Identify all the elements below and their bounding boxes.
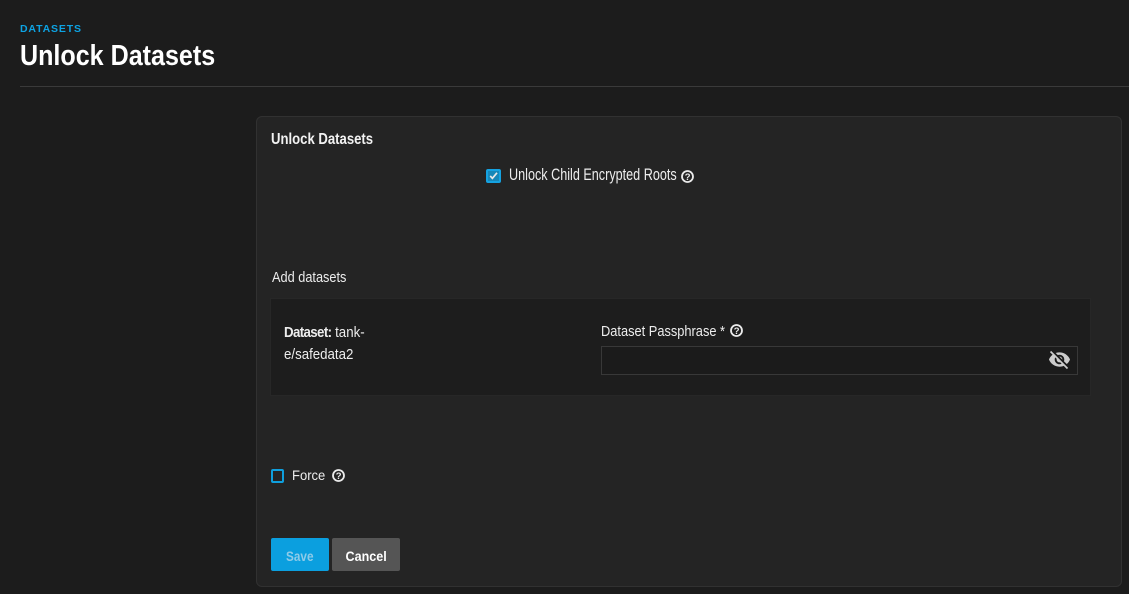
svg-text:?: ? (336, 471, 342, 482)
svg-text:?: ? (685, 172, 691, 183)
svg-text:?: ? (734, 326, 740, 337)
